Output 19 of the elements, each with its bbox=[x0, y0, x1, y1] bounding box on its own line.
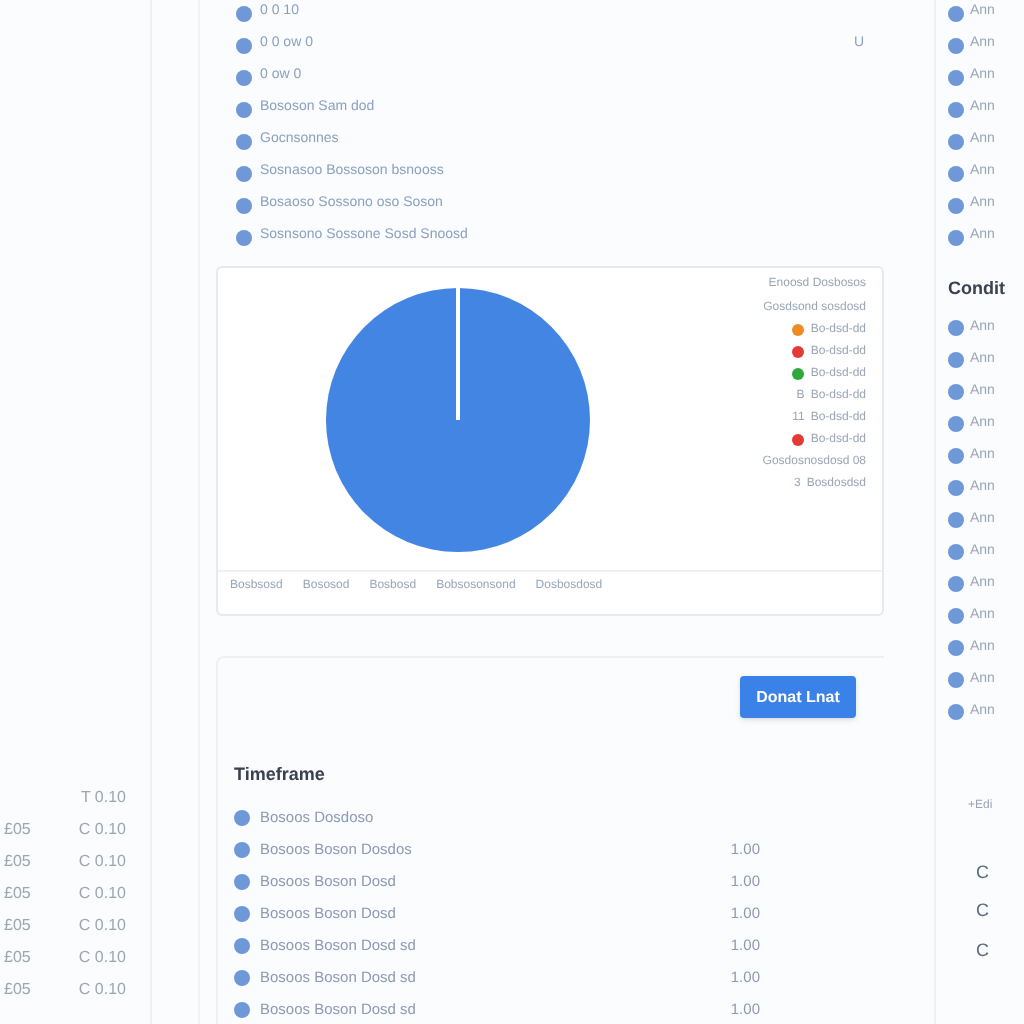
row-value: C 0.10 bbox=[78, 850, 126, 868]
row-value: C 0.10 bbox=[78, 882, 126, 900]
row-label: £05 bbox=[4, 882, 31, 900]
list-item-text: C bbox=[976, 898, 991, 924]
row-label: £05 bbox=[4, 946, 31, 964]
row-label: £05 bbox=[4, 850, 31, 868]
row-value: C 0.10 bbox=[78, 914, 126, 932]
row-value: C 0.10 bbox=[78, 978, 126, 996]
list-item-text: C bbox=[976, 859, 991, 885]
row-label: £05 bbox=[4, 818, 31, 836]
row-label: £05 bbox=[4, 914, 31, 932]
row-value: C 0.10 bbox=[78, 946, 126, 964]
primary-button[interactable]: Donat Lnat bbox=[740, 676, 856, 718]
list-item-text: C bbox=[976, 937, 991, 963]
row-label: £05 bbox=[4, 978, 31, 996]
section-title: Timeframe bbox=[234, 762, 327, 788]
section-title: Condit bbox=[948, 276, 1007, 302]
row-value: T 0.10 bbox=[80, 786, 126, 804]
row-value: C 0.10 bbox=[78, 818, 126, 836]
